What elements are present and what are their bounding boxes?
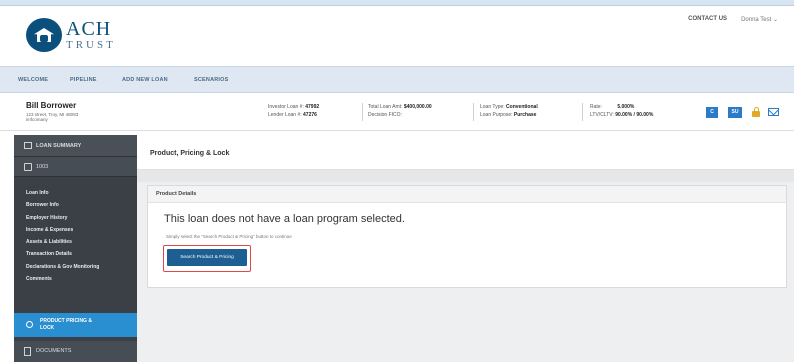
sidebar-active-line2: LOCK (40, 325, 55, 331)
divider (362, 103, 363, 121)
borrower-company: imfcomany (26, 117, 48, 122)
monitor-icon (24, 142, 32, 149)
loan-info-bar: Bill Borrower 123 street, Troy, MI 48083… (0, 93, 794, 131)
divider (473, 103, 474, 121)
rate-label: Rate: (590, 104, 602, 110)
sidebar-item-comments[interactable]: Comments (14, 273, 137, 285)
c-button[interactable]: C (706, 107, 718, 118)
sidebar: LOAN SUMMARY 1003 Loan Info Borrower Inf… (14, 135, 137, 362)
ltv-value: 90.00% / 90.00% (615, 112, 654, 118)
main-nav: WELCOME PIPELINE ADD NEW LOAN SCENARIOS (0, 66, 794, 93)
header-links: CONTACT US Donna Test ⌄ (688, 16, 778, 23)
main-content: Product, Pricing & Lock Product Details … (137, 135, 794, 362)
loan-rate-info: Rate: 5.000% LTV/CLTV: 90.00% / 90.00% (590, 103, 653, 119)
search-product-pricing-button[interactable]: Search Product & Pricing (167, 249, 247, 266)
sidebar-item-income-expenses[interactable]: Income & Expenses (14, 224, 137, 236)
investor-loan-value: 47992 (305, 104, 320, 110)
main-title-bar: Product, Pricing & Lock (137, 135, 794, 170)
form-icon (24, 163, 32, 171)
ach-trust-logo[interactable]: ACH TRUST (26, 18, 116, 52)
logo-line1: ACH (66, 18, 112, 40)
sidebar-item-product-pricing-lock[interactable]: PRODUCT PRICING & LOCK (14, 313, 137, 337)
loan-type-value: Conventional (506, 104, 538, 110)
document-icon (24, 347, 31, 356)
sidebar-loan-summary-label: LOAN SUMMARY (36, 143, 82, 149)
app-header: ACH TRUST CONTACT US Donna Test ⌄ (0, 6, 794, 66)
borrower-address: 123 street, Troy, MI 48083 imfcomany (26, 112, 106, 122)
sidebar-item-documents[interactable]: DOCUMENTS (14, 341, 137, 362)
lender-loan-label: Lender Loan #: (268, 112, 302, 118)
sidebar-item-borrower-info[interactable]: Borrower Info (14, 199, 137, 211)
investor-loan-label: Investor Loan #: (268, 104, 304, 110)
sidebar-1003-label: 1003 (36, 164, 49, 170)
loan-numbers: Investor Loan #: 47992 Lender Loan #: 47… (268, 103, 319, 119)
lock-circle-icon (26, 321, 33, 328)
nav-pipeline[interactable]: PIPELINE (70, 77, 97, 83)
divider (582, 103, 583, 121)
sidebar-item-loan-info[interactable]: Loan Info (14, 187, 137, 199)
su-button[interactable]: SU (728, 107, 742, 118)
panel-title: Product Details (148, 186, 786, 203)
sidebar-1003[interactable]: 1003 (14, 157, 137, 177)
nav-welcome[interactable]: WELCOME (18, 77, 48, 83)
mail-icon[interactable] (768, 108, 779, 116)
instruction-hint: Simply select the "Search Product & Pric… (166, 234, 292, 239)
sidebar-item-employer-history[interactable]: Employer History (14, 212, 137, 224)
sidebar-item-transaction-details[interactable]: Transaction Details (14, 248, 137, 260)
lender-loan-value: 47276 (303, 112, 317, 118)
sidebar-1003-items: Loan Info Borrower Info Employer History… (14, 177, 137, 285)
page-title: Product, Pricing & Lock (150, 150, 230, 157)
decision-fico-label: Decision FICO: (368, 112, 402, 118)
contact-us-link[interactable]: CONTACT US (688, 16, 727, 23)
loan-purpose-label: Loan Purpose: (480, 112, 513, 118)
lock-icon[interactable] (752, 107, 760, 117)
logo-text: ACH TRUST (66, 19, 116, 51)
logo-line2: TRUST (66, 39, 116, 51)
nav-add-new-loan[interactable]: ADD NEW LOAN (122, 77, 168, 83)
sidebar-item-declarations[interactable]: Declarations & Gov Monitoring (14, 261, 137, 273)
loan-amounts: Total Loan Amt: $400,000.00 Decision FIC… (368, 103, 432, 119)
nav-scenarios[interactable]: SCENARIOS (194, 77, 229, 83)
main-band (137, 170, 794, 182)
loan-purpose-value: Purchase (513, 112, 537, 118)
sidebar-documents-label: DOCUMENTS (36, 348, 72, 354)
borrower-name: Bill Borrower (26, 101, 77, 110)
user-menu[interactable]: Donna Test ⌄ (741, 16, 778, 23)
sidebar-active-line1: PRODUCT PRICING & (40, 318, 92, 324)
loan-type-label: Loan Type: (480, 104, 505, 110)
total-loan-label: Total Loan Amt: (368, 104, 403, 110)
product-details-panel: Product Details This loan does not have … (147, 185, 787, 288)
top-rule (0, 0, 794, 6)
ltv-label: LTV/CLTV: (590, 112, 614, 118)
sidebar-item-assets-liabilities[interactable]: Assets & Liabilities (14, 236, 137, 248)
rate-value: 5.000% (617, 104, 635, 110)
house-logo-icon (26, 18, 62, 52)
loan-type-info: Loan Type: Conventional Loan Purpose: Pu… (480, 103, 538, 119)
no-program-message: This loan does not have a loan program s… (164, 213, 405, 225)
sidebar-loan-summary[interactable]: LOAN SUMMARY (14, 135, 137, 157)
total-loan-value: $400,000.00 (403, 104, 432, 110)
